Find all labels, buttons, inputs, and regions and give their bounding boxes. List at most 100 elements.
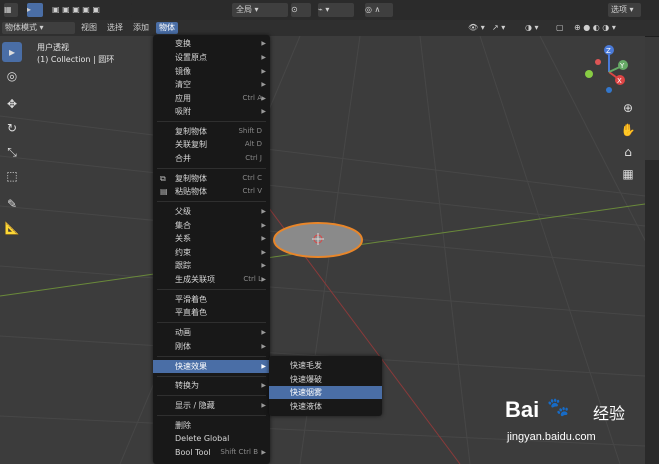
chevron-right-icon: ▶	[261, 95, 266, 102]
cursor-icon[interactable]: ◎	[2, 66, 22, 86]
menu-object[interactable]: 物体	[156, 22, 178, 34]
menu-item-apply[interactable]: 应用 Ctrl A ▶	[153, 92, 270, 105]
grid-view-icon[interactable]: ▦	[618, 164, 638, 184]
menu-item-relations[interactable]: 关系 ▶	[153, 232, 270, 245]
options-label: 选项	[611, 5, 627, 14]
menu-item-delete-global[interactable]: Delete Global	[153, 432, 270, 445]
menu-item-snap[interactable]: 吸附 ▶	[153, 105, 270, 118]
scale-icon[interactable]: ⤡	[2, 142, 22, 162]
menu-item-duplicate-linked[interactable]: 关联复制 Alt D	[153, 138, 270, 151]
menu-item-set-origin[interactable]: 设置原点 ▶	[153, 51, 270, 64]
menu-item-shade-flat[interactable]: 平直着色	[153, 306, 270, 319]
menu-separator	[157, 289, 266, 290]
copy-icon: ⧉	[160, 174, 166, 183]
chevron-right-icon: ▶	[261, 329, 266, 336]
orientation-label: 全局	[236, 5, 252, 14]
submenu-item-quick-liquid[interactable]: 快速液体	[269, 400, 382, 413]
menu-item-track[interactable]: 跟踪 ▶	[153, 259, 270, 272]
quick-effects-submenu: 快速毛发 快速爆破 快速烟雾 快速液体	[269, 356, 382, 416]
move-icon[interactable]: ✥	[2, 94, 22, 114]
submenu-item-quick-fur[interactable]: 快速毛发	[269, 359, 382, 372]
hand-pan-icon[interactable]: ✋	[618, 120, 638, 140]
select-box-icon[interactable]: ▸	[2, 42, 22, 62]
menu-item-show-hide[interactable]: 显示 / 隐藏 ▶	[153, 399, 270, 412]
menu-separator	[157, 395, 266, 396]
transform-orientation-dropdown[interactable]: 全局 ▾	[232, 3, 288, 17]
menu-item-bool-tool[interactable]: Bool Tool Shift Ctrl B ▶	[153, 446, 270, 459]
navigation-gizmo[interactable]: Z X Y	[582, 42, 642, 102]
menu-item-parent[interactable]: 父级 ▶	[153, 205, 270, 218]
shading-modes-icon[interactable]: ⊕ ● ◐ ◑ ▾	[574, 22, 616, 34]
menu-item-collection[interactable]: 集合 ▶	[153, 219, 270, 232]
menu-separator	[157, 415, 266, 416]
menu-item-convert-to[interactable]: 转换为 ▶	[153, 379, 270, 392]
collection-info: (1) Collection | 圆环	[37, 55, 115, 64]
paw-icon: 🐾	[547, 397, 570, 418]
overlay-icon[interactable]: ◑ ▾	[525, 22, 539, 34]
menu-item-clear[interactable]: 清空 ▶	[153, 78, 270, 91]
menu-item-mirror[interactable]: 镜像 ▶	[153, 65, 270, 78]
rotate-icon[interactable]: ↻	[2, 118, 22, 138]
mode-label: 物体模式	[5, 23, 37, 32]
visibility-icon[interactable]: 👁 ▾	[468, 22, 485, 34]
menu-item-quick-effects[interactable]: 快速效果 ▶	[153, 360, 270, 373]
object-menu: 变换 ▶ 设置原点 ▶ 镜像 ▶ 清空 ▶ 应用 Ctrl A ▶ 吸附 ▶ 复制物体 Shif…	[153, 35, 270, 464]
menu-select[interactable]: 选择	[107, 22, 123, 34]
top-toolbar: ▦ ▸ ▣ ▣ ▣ ▣ ▣ 全局 ▾ ⊙ ⌁ ▾ ◎ ∧ 选项 ▾	[0, 0, 659, 20]
mode-dropdown[interactable]: 物体模式 ▾	[2, 22, 75, 34]
chevron-right-icon: ▶	[261, 108, 266, 115]
camera-icon[interactable]: ⌂	[618, 142, 638, 162]
menu-separator	[157, 356, 266, 357]
menu-item-rigid-body[interactable]: 刚体 ▶	[153, 340, 270, 353]
submenu-item-quick-smoke[interactable]: 快速烟雾	[269, 386, 382, 399]
options-dropdown[interactable]: 选项 ▾	[608, 3, 641, 17]
chevron-right-icon: ▶	[261, 81, 266, 88]
editor-type-button[interactable]: ▦	[4, 3, 18, 17]
menu-separator	[157, 322, 266, 323]
pivot-icon[interactable]: ⊙	[291, 3, 311, 17]
measure-icon[interactable]: 📐	[2, 218, 22, 238]
menu-add[interactable]: 添加	[133, 22, 149, 34]
watermark-brand2: 经验	[593, 404, 626, 423]
chevron-right-icon: ▶	[261, 54, 266, 61]
chevron-right-icon: ▶	[261, 40, 266, 47]
chevron-right-icon: ▶	[261, 222, 266, 229]
menu-item-copy-objects[interactable]: ⧉ 复制物体 Ctrl C	[153, 172, 270, 185]
xray-icon[interactable]: ▢	[556, 22, 564, 34]
gizmo-toggle-icon[interactable]: ↗ ▾	[492, 22, 505, 34]
chevron-right-icon: ▶	[261, 382, 266, 389]
proportional-edit-icon[interactable]: ◎ ∧	[365, 3, 393, 17]
menu-item-duplicate[interactable]: 复制物体 Shift D	[153, 125, 270, 138]
annotate-icon[interactable]: ✎	[2, 194, 22, 214]
menu-view[interactable]: 视图	[81, 22, 97, 34]
paste-icon: ▤	[160, 187, 168, 196]
menu-item-constraint[interactable]: 约束 ▶	[153, 246, 270, 259]
menu-item-join[interactable]: 合并 Ctrl J	[153, 152, 270, 165]
viewport-header: 物体模式 ▾ 视图 选择 添加 物体 👁 ▾ ↗ ▾ ◑ ▾ ▢ ⊕ ● ◐ ◑…	[0, 20, 659, 37]
select-tool-icon[interactable]: ▸	[27, 3, 43, 17]
snap-icon[interactable]: ⌁ ▾	[318, 3, 354, 17]
view-name: 用户透视	[37, 43, 69, 52]
menu-item-animation[interactable]: 动画 ▶	[153, 326, 270, 339]
left-toolbar: ▸ ◎ ✥ ↻ ⤡ ⬚ ✎ 📐	[0, 36, 25, 236]
gizmo-y-label: Y	[619, 62, 625, 70]
menu-separator	[157, 168, 266, 169]
transform-icon[interactable]: ⬚	[2, 166, 22, 186]
chevron-right-icon: ▶	[261, 363, 266, 370]
menu-item-transform[interactable]: 变换 ▶	[153, 37, 270, 50]
chevron-right-icon: ▶	[261, 249, 266, 256]
menu-item-delete[interactable]: 删除	[153, 419, 270, 432]
chevron-right-icon: ▶	[261, 449, 266, 456]
chevron-right-icon: ▶	[261, 208, 266, 215]
selection-mode-icons[interactable]: ▣ ▣ ▣ ▣ ▣	[52, 3, 132, 17]
chevron-right-icon: ▶	[261, 276, 266, 283]
submenu-item-quick-explode[interactable]: 快速爆破	[269, 373, 382, 386]
zoom-icon[interactable]: ⊕	[618, 98, 638, 118]
chevron-right-icon: ▶	[261, 262, 266, 269]
menu-separator	[157, 201, 266, 202]
menu-item-shade-smooth[interactable]: 平滑着色	[153, 293, 270, 306]
menu-separator	[157, 376, 266, 377]
chevron-right-icon: ▶	[261, 68, 266, 75]
menu-item-paste-objects[interactable]: ▤ 粘贴物体 Ctrl V	[153, 185, 270, 198]
menu-item-link-transfer[interactable]: 生成关联项 Ctrl L ▶	[153, 273, 270, 286]
